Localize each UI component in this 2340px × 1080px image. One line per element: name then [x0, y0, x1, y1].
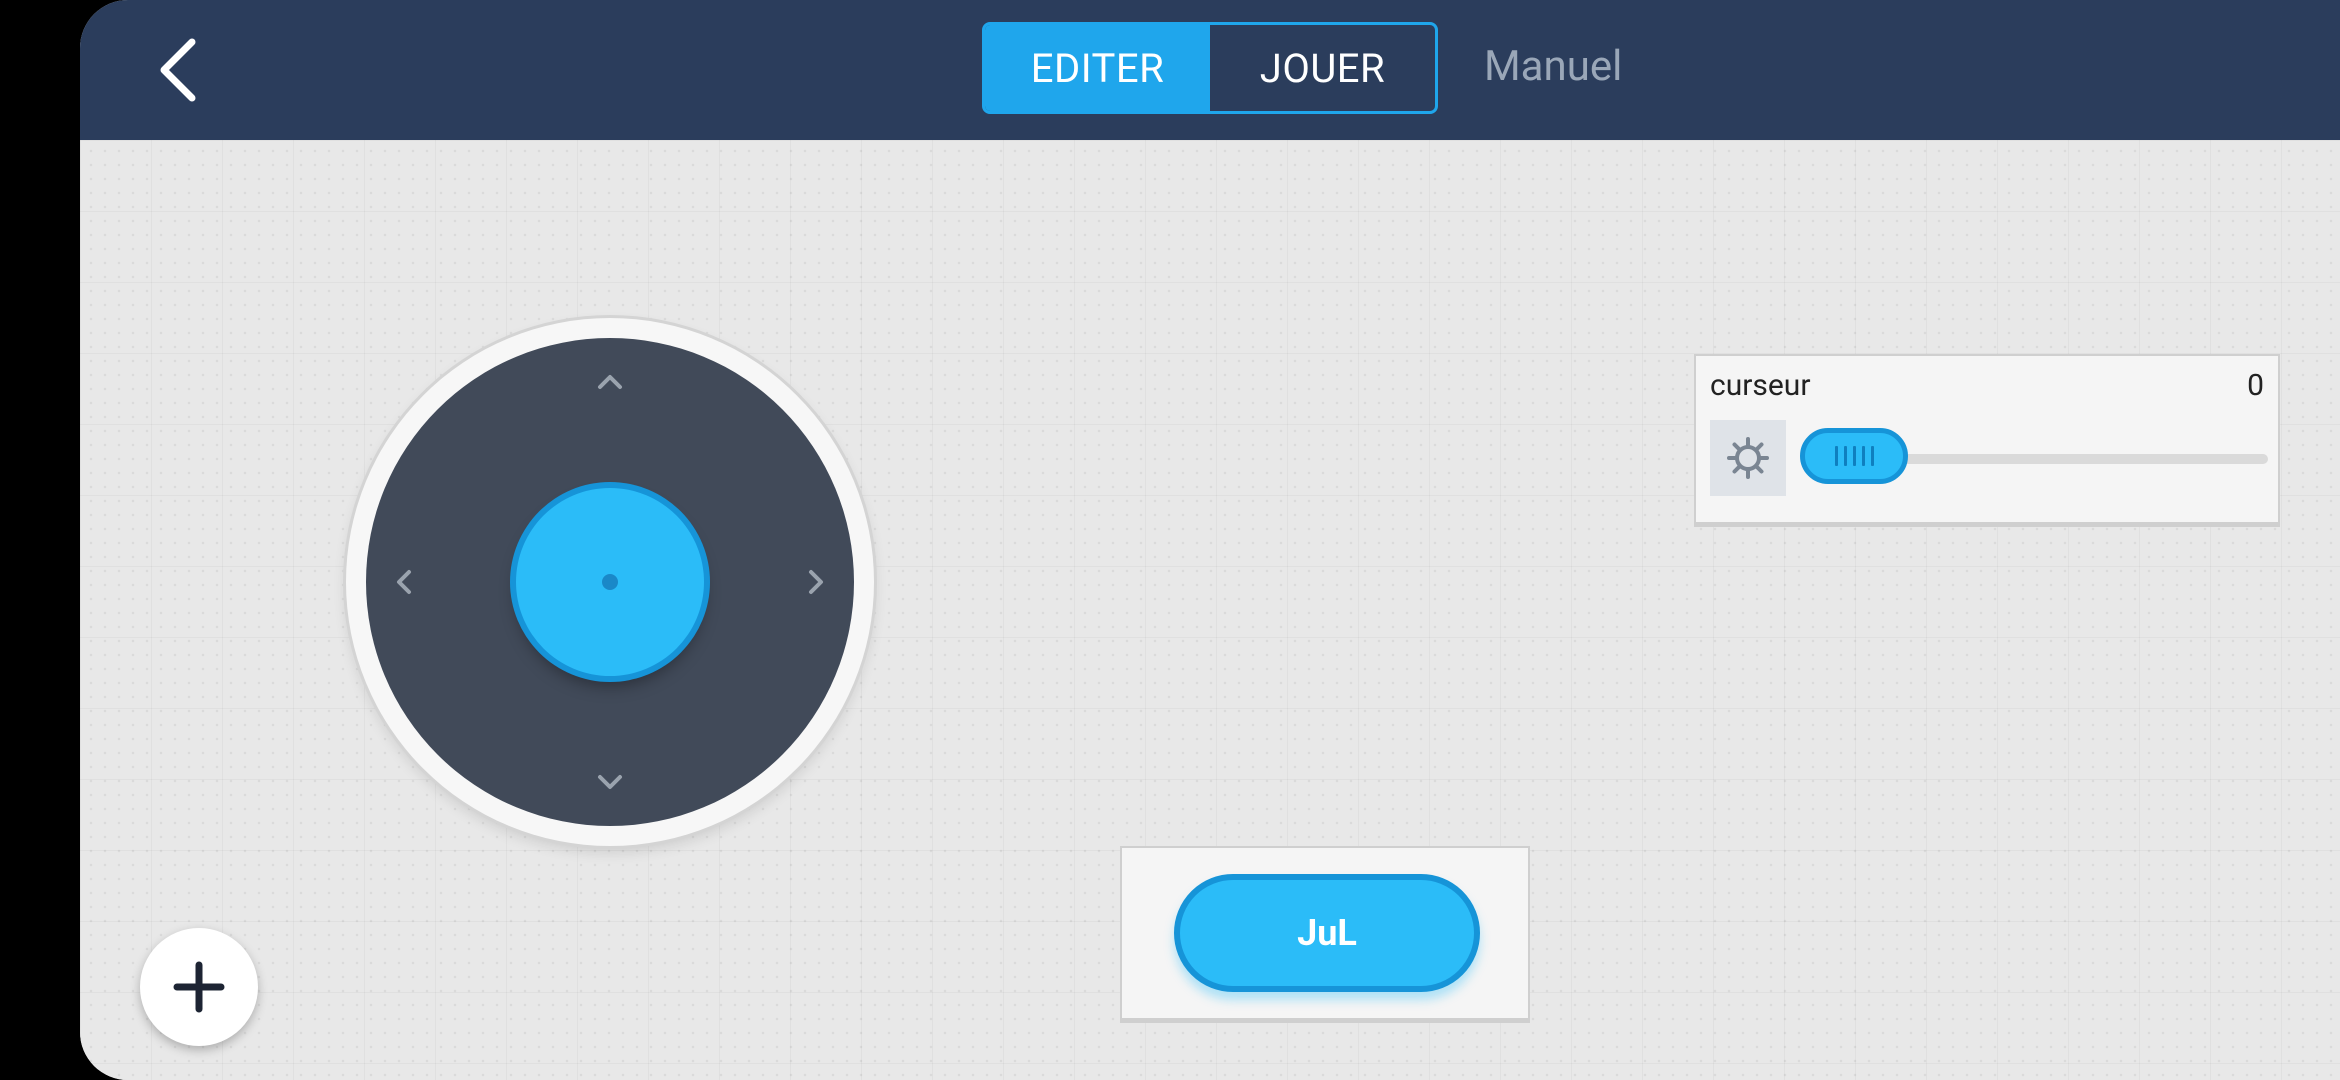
app-screen: EDITER JOUER Manuel curseur 0 JuL — [80, 0, 2340, 1080]
slider-value: 0 — [2247, 368, 2264, 403]
slider-thumb[interactable] — [1800, 428, 1908, 484]
gear-icon — [1727, 437, 1769, 479]
tab-jouer[interactable]: JOUER — [1210, 25, 1435, 111]
joystick-knob-center — [602, 574, 618, 590]
top-bar: EDITER JOUER Manuel — [80, 0, 2340, 140]
tab-editer[interactable]: EDITER — [985, 25, 1210, 111]
chevron-right-icon — [809, 570, 823, 594]
action-button[interactable]: JuL — [1174, 874, 1480, 992]
add-widget-button[interactable] — [140, 928, 258, 1046]
slider-label: curseur — [1710, 368, 1811, 403]
back-button[interactable] — [140, 30, 220, 110]
plus-icon — [173, 961, 225, 1013]
slider-widget[interactable]: curseur 0 — [1694, 354, 2280, 524]
thumb-grip-line — [1870, 446, 1874, 466]
manual-link[interactable]: Manuel — [1484, 42, 1622, 91]
joystick-knob[interactable] — [516, 488, 704, 676]
chevron-down-icon — [598, 775, 622, 789]
thumb-grip-line — [1852, 446, 1856, 466]
chevron-up-icon — [598, 375, 622, 389]
joystick-pad — [366, 338, 854, 826]
thumb-grip-line — [1843, 446, 1847, 466]
button-widget: JuL — [1120, 846, 1530, 1020]
thumb-grip-line — [1861, 446, 1865, 466]
mode-switch: EDITER JOUER — [982, 22, 1438, 114]
joystick-widget[interactable] — [346, 318, 874, 846]
thumb-grip-line — [1834, 446, 1838, 466]
slider-settings-button[interactable] — [1710, 420, 1786, 496]
chevron-left-icon — [160, 38, 196, 102]
chevron-left-icon — [397, 570, 411, 594]
